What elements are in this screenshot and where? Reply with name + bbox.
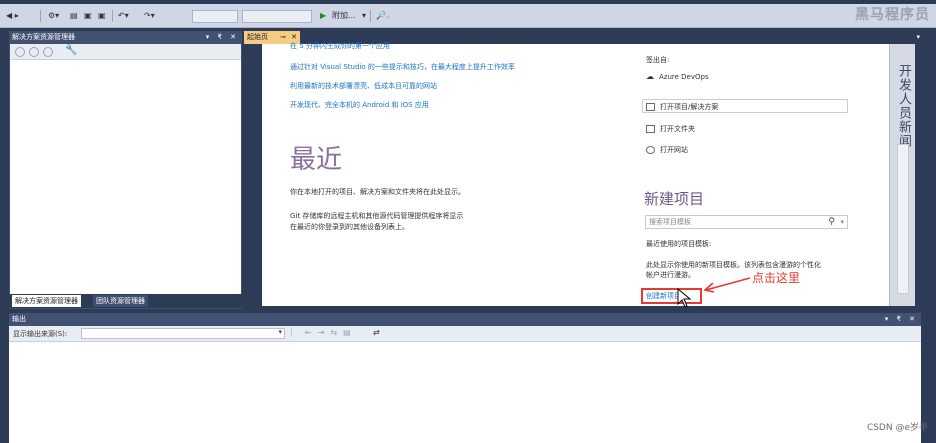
save-icon[interactable]: ▣ xyxy=(84,10,92,22)
open-website-link[interactable]: 打开网站 xyxy=(646,145,688,155)
back-icon[interactable] xyxy=(15,47,25,57)
search-icon[interactable]: ⚲ xyxy=(828,216,835,228)
recent-templates-label: 最近使用的项目模板: xyxy=(646,240,712,248)
open-project-label: 打开项目/解决方案 xyxy=(660,103,719,111)
create-new-project-link[interactable]: 创建新项目... xyxy=(641,288,702,304)
csdn-watermark: CSDN @e岁半 xyxy=(866,423,928,433)
azure-devops-link[interactable]: ☁ Azure DevOps xyxy=(646,72,709,81)
undo-icon[interactable]: ↶▾ xyxy=(118,10,129,22)
developer-news-label: 开发人员新闻 xyxy=(896,64,911,148)
open-folder-link[interactable]: 打开文件夹 xyxy=(646,124,695,134)
output-source-label: 显示输出来源(S): xyxy=(13,330,68,338)
main-toolbar: ◀ ▸ ⚙▾ ▤ ▣ ▣ ↶▾ ↷▾ ▶ 附加... ▾ 🔎₌ 黑马程序员 xyxy=(0,4,936,28)
home-icon[interactable] xyxy=(43,47,53,57)
link-first-app[interactable]: 在 5 分钟内生成你的第一个应用 xyxy=(290,41,390,51)
start-icon[interactable]: ▶ xyxy=(320,10,326,22)
output-tool-icons[interactable]: ⎸⇤⇥⇆▤ xyxy=(291,328,357,338)
annotation-text: 点击这里 xyxy=(752,271,801,285)
tab-solution-explorer[interactable]: 解决方案资源管理器 xyxy=(12,295,81,307)
template-search-placeholder: 搜索项目模板 xyxy=(649,218,691,226)
platform-combo[interactable] xyxy=(242,10,312,23)
recent-templates-text-2: 帐户进行漫游。 xyxy=(646,271,695,279)
forward-icon[interactable] xyxy=(29,47,39,57)
recent-description: 你在本地打开的项目、解决方案和文件夹将在此处显示。 xyxy=(290,188,465,196)
open-project-icon xyxy=(646,103,655,111)
globe-icon xyxy=(646,146,655,154)
azure-devops-label: Azure DevOps xyxy=(659,73,709,81)
solution-explorer-title-text: 解决方案资源管理器 xyxy=(12,33,75,41)
redo-icon[interactable]: ↷▾ xyxy=(144,10,155,22)
recent-heading: 最近 xyxy=(290,145,343,175)
output-source-select[interactable]: ▾ xyxy=(81,328,285,339)
open-website-label: 打开网站 xyxy=(660,146,688,154)
toolbar-separator xyxy=(370,10,371,22)
link-website[interactable]: 利用最新的技术部署漂亮、低成本且可靠的网站 xyxy=(290,81,437,91)
chevron-down-icon[interactable]: ▾ xyxy=(278,328,282,336)
solution-explorer-panel xyxy=(9,31,242,309)
template-search-input[interactable]: 搜索项目模板 ⚲ ▾ xyxy=(645,215,848,229)
word-wrap-icon[interactable]: ⇄ xyxy=(373,328,380,337)
find-icon[interactable]: 🔎₌ xyxy=(376,10,390,22)
developer-news-scrollbar[interactable] xyxy=(897,144,909,294)
tab-start-page-label: 起始页 xyxy=(247,33,268,41)
search-dropdown-icon[interactable]: ▾ xyxy=(840,216,844,228)
folder-icon xyxy=(646,125,655,133)
wrench-icon[interactable]: 🔧 xyxy=(65,45,77,56)
config-combo[interactable] xyxy=(192,10,238,23)
recent-git-description: Git 存储库的远程主机和其他源代码管理提供程序将显示 xyxy=(290,212,464,220)
solution-explorer-tabs: 解决方案资源管理器 团队资源管理器 xyxy=(9,294,242,308)
output-toolbar: 显示输出来源(S): ▾ ⎸⇤⇥⇆▤ ⇄ xyxy=(9,326,921,342)
new-project-icon[interactable]: ⚙▾ xyxy=(48,10,59,22)
output-title-text: 输出 xyxy=(12,315,26,323)
attach-button[interactable]: 附加... xyxy=(332,10,356,22)
cloud-icon: ☁ xyxy=(646,72,654,81)
panel-controls[interactable]: ▾ ₹ ✕ xyxy=(885,313,918,326)
tab-team-explorer[interactable]: 团队资源管理器 xyxy=(93,295,148,307)
output-body xyxy=(9,342,921,443)
toolbar-separator xyxy=(40,10,41,22)
open-folder-label: 打开文件夹 xyxy=(660,125,695,133)
brand-watermark: 黑马程序员 xyxy=(855,7,930,23)
output-panel-title: 输出 ▾ ₹ ✕ xyxy=(9,313,921,326)
recent-git-description-2: 在最近的你登录到的其他设备列表上。 xyxy=(290,223,409,231)
new-project-heading: 新建项目 xyxy=(644,190,705,208)
back-icon[interactable]: ◀ ▸ xyxy=(6,10,19,22)
attach-dropdown-icon[interactable]: ▾ xyxy=(362,10,366,22)
open-from-label: 签出自: xyxy=(646,56,670,64)
open-icon[interactable]: ▤ xyxy=(70,10,78,22)
tab-overflow-icon[interactable]: ▾ xyxy=(916,33,920,41)
link-tips[interactable]: 通过针对 Visual Studio 的一些提示和技巧，在最大程度上提升工作效率 xyxy=(290,62,515,72)
panel-controls[interactable]: ▾ ₹ ✕ xyxy=(206,31,239,44)
solution-explorer-title: 解决方案资源管理器 ▾ ₹ ✕ xyxy=(9,31,242,44)
toolbar-separator xyxy=(112,10,113,22)
pin-icon[interactable]: ⊸ xyxy=(280,31,286,44)
developer-news-panel[interactable]: 开发人员新闻 xyxy=(889,44,915,306)
save-all-icon[interactable]: ▣ xyxy=(98,10,106,22)
link-mobile[interactable]: 开发现代、完全本机的 Android 和 iOS 应用 xyxy=(290,100,429,110)
open-project-row: 打开项目/解决方案 xyxy=(646,102,718,112)
solution-explorer-toolbar: 🔧 xyxy=(10,44,241,60)
mouse-cursor-icon xyxy=(677,288,691,308)
annotation-arrow-icon xyxy=(703,277,751,293)
